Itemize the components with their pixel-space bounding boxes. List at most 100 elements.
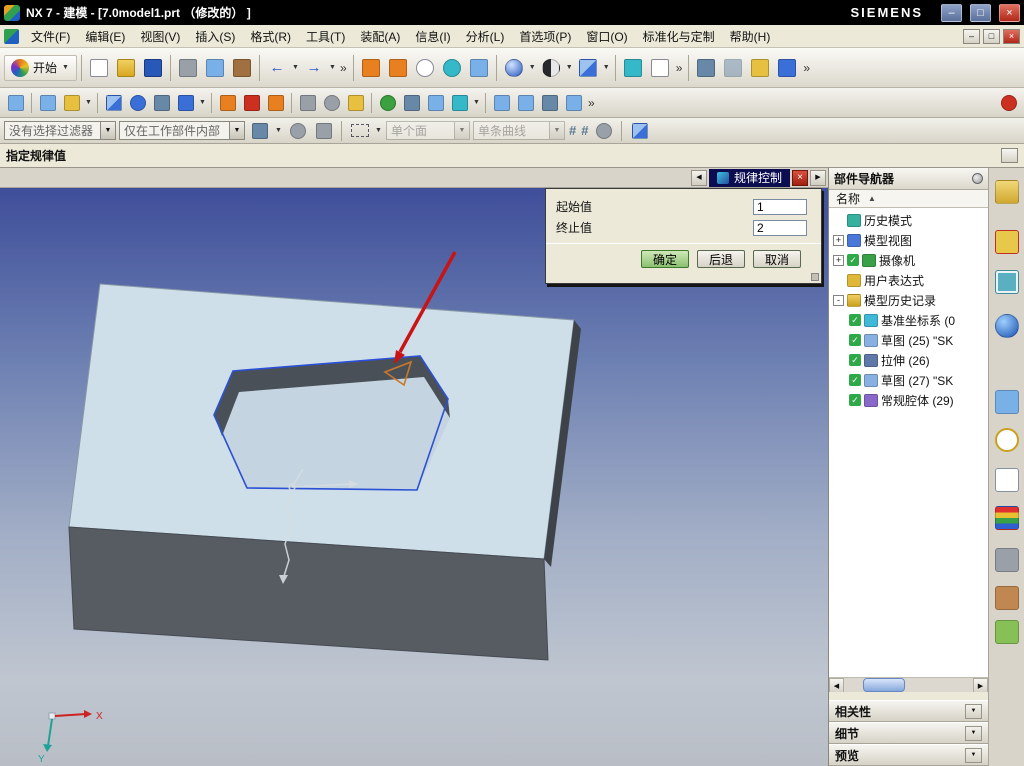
grid-snap-icon[interactable]: #	[568, 123, 577, 138]
system-materials-icon[interactable]	[994, 548, 1019, 572]
undo-button[interactable]: ←	[264, 55, 290, 81]
rendering-style-button[interactable]	[538, 55, 564, 81]
block-button[interactable]	[150, 91, 173, 114]
tree-item-extrude-26[interactable]: ✓ 拉伸 (26)	[829, 350, 988, 370]
menu-item-view[interactable]: 视图(V)	[133, 26, 187, 47]
end-value-input[interactable]	[753, 219, 807, 236]
datum-plane-button[interactable]	[36, 91, 59, 114]
section-dependencies[interactable]: 相关性 ▼	[829, 700, 988, 722]
circle-snap-button[interactable]	[592, 119, 615, 142]
menu-item-format[interactable]: 格式(R)	[243, 26, 298, 47]
selection-filter-combo[interactable]: 没有选择过滤器 ▼	[4, 121, 116, 140]
chamfer-button[interactable]	[400, 91, 423, 114]
minimize-button[interactable]: –	[941, 3, 962, 22]
section-details[interactable]: 细节 ▼	[829, 722, 988, 744]
rotate-view-button[interactable]	[439, 55, 465, 81]
section-expand-icon[interactable]: ▼	[965, 725, 982, 741]
dialog-rail-prev-button[interactable]: ◀	[690, 169, 707, 186]
cancel-button[interactable]: 取消	[753, 250, 801, 268]
tree-item-sketch-27[interactable]: ✓ 草图 (27) "SK	[829, 370, 988, 390]
edge-blend-button[interactable]	[376, 91, 399, 114]
chevron-down-icon[interactable]: ▼	[229, 122, 244, 139]
menu-item-assemblies[interactable]: 装配(A)	[353, 26, 407, 47]
shell-button[interactable]	[448, 91, 471, 114]
swept-button[interactable]	[490, 91, 513, 114]
fit-view-button[interactable]	[358, 55, 384, 81]
tree-item-model-history[interactable]: - 模型历史记录	[829, 290, 988, 310]
menu-item-information[interactable]: 信息(I)	[408, 26, 457, 47]
reuse-library-icon[interactable]	[994, 390, 1019, 414]
expander-icon[interactable]: -	[833, 294, 844, 306]
pocket-floor[interactable]	[222, 377, 450, 490]
tree-item-datum-csys[interactable]: ✓ 基准坐标系 (0	[829, 310, 988, 330]
save-button[interactable]	[140, 55, 166, 81]
part-navigator-icon[interactable]	[994, 270, 1019, 294]
highlight-button[interactable]	[286, 119, 309, 142]
expander-icon[interactable]: +	[833, 254, 844, 266]
menu-item-edit[interactable]: 编辑(E)	[78, 26, 132, 47]
paste-button[interactable]	[229, 55, 255, 81]
chevron-down-icon[interactable]: ▼	[100, 122, 115, 139]
dialog-rail-next-button[interactable]: ▶	[810, 169, 826, 186]
menu-item-window[interactable]: 窗口(O)	[579, 26, 634, 47]
revolve-button[interactable]	[126, 91, 149, 114]
extrude-button[interactable]	[102, 91, 125, 114]
shaded-dropdown-icon[interactable]: ▼	[528, 64, 537, 71]
mdi-close-button[interactable]: ×	[1003, 28, 1020, 44]
ok-button[interactable]: 确定	[641, 250, 689, 268]
mesh-surface-button[interactable]	[514, 91, 537, 114]
grid-display-button[interactable]	[647, 55, 673, 81]
orient-dropdown-icon[interactable]: ▼	[602, 64, 611, 71]
work-view-button[interactable]	[628, 119, 651, 142]
panel-toggle-icon[interactable]	[1001, 148, 1018, 163]
menu-item-help[interactable]: 帮助(H)	[723, 26, 778, 47]
annotate-button[interactable]	[774, 55, 800, 81]
dialog-close-button[interactable]: ×	[792, 169, 808, 186]
chevron-down-icon[interactable]: ▼	[549, 122, 564, 139]
start-button[interactable]: 开始 ▼	[4, 54, 78, 81]
start-value-input[interactable]	[753, 198, 807, 215]
menu-item-file[interactable]: 文件(F)	[24, 26, 77, 47]
snap-dropdown-icon[interactable]: ▼	[274, 127, 283, 134]
tree-item-general-pocket-29[interactable]: ✓ 常规腔体 (29)	[829, 390, 988, 410]
csys-display-button[interactable]	[620, 55, 646, 81]
new-file-button[interactable]	[86, 55, 112, 81]
cylinder-button[interactable]	[174, 91, 197, 114]
tree-item-user-expressions[interactable]: 用户表达式	[829, 270, 988, 290]
snap-point-button[interactable]	[720, 55, 746, 81]
roles-icon[interactable]	[994, 506, 1019, 530]
through-curves-button[interactable]	[538, 91, 561, 114]
studio-spline-button[interactable]	[344, 91, 367, 114]
shaded-view-button[interactable]	[501, 55, 527, 81]
dialog-resize-grip[interactable]	[811, 273, 819, 281]
pan-view-button[interactable]	[466, 55, 492, 81]
tree-item-sketch-25[interactable]: ✓ 草图 (25) "SK	[829, 330, 988, 350]
scrollbar-track[interactable]	[844, 678, 973, 692]
draft-button[interactable]	[424, 91, 447, 114]
checkbox-checked-icon[interactable]: ✓	[849, 374, 861, 386]
menu-item-preferences[interactable]: 首选项(P)	[512, 26, 578, 47]
internet-browser-icon[interactable]	[994, 314, 1019, 338]
menu-item-customization[interactable]: 标准化与定制	[636, 26, 722, 47]
constraint-navigator-icon[interactable]	[994, 230, 1019, 254]
rib-button[interactable]	[264, 91, 287, 114]
section-expand-icon[interactable]: ▼	[965, 703, 982, 719]
menu-item-insert[interactable]: 插入(S)	[188, 26, 242, 47]
redo-dropdown-icon[interactable]: ▼	[328, 64, 337, 71]
zoom-button[interactable]	[412, 55, 438, 81]
copy-button[interactable]	[202, 55, 228, 81]
line-button[interactable]	[296, 91, 319, 114]
navigator-hscrollbar[interactable]: ◀ ▶	[829, 677, 988, 693]
grid-snap-2-icon[interactable]: #	[580, 123, 589, 138]
groups-icon[interactable]	[994, 586, 1019, 610]
menu-item-analysis[interactable]: 分析(L)	[459, 26, 512, 47]
window-layout-button[interactable]	[4, 91, 27, 114]
hole-button[interactable]	[240, 91, 263, 114]
toolbar-overflow-icon[interactable]: »	[674, 61, 685, 75]
n-sided-surface-button[interactable]	[562, 91, 585, 114]
chevron-down-icon[interactable]: ▼	[454, 122, 469, 139]
maximize-button[interactable]: □	[970, 3, 991, 22]
sketch-dropdown-icon[interactable]: ▼	[84, 99, 93, 106]
tree-item-model-views[interactable]: + 模型视图	[829, 230, 988, 250]
expander-icon[interactable]: +	[833, 234, 844, 246]
